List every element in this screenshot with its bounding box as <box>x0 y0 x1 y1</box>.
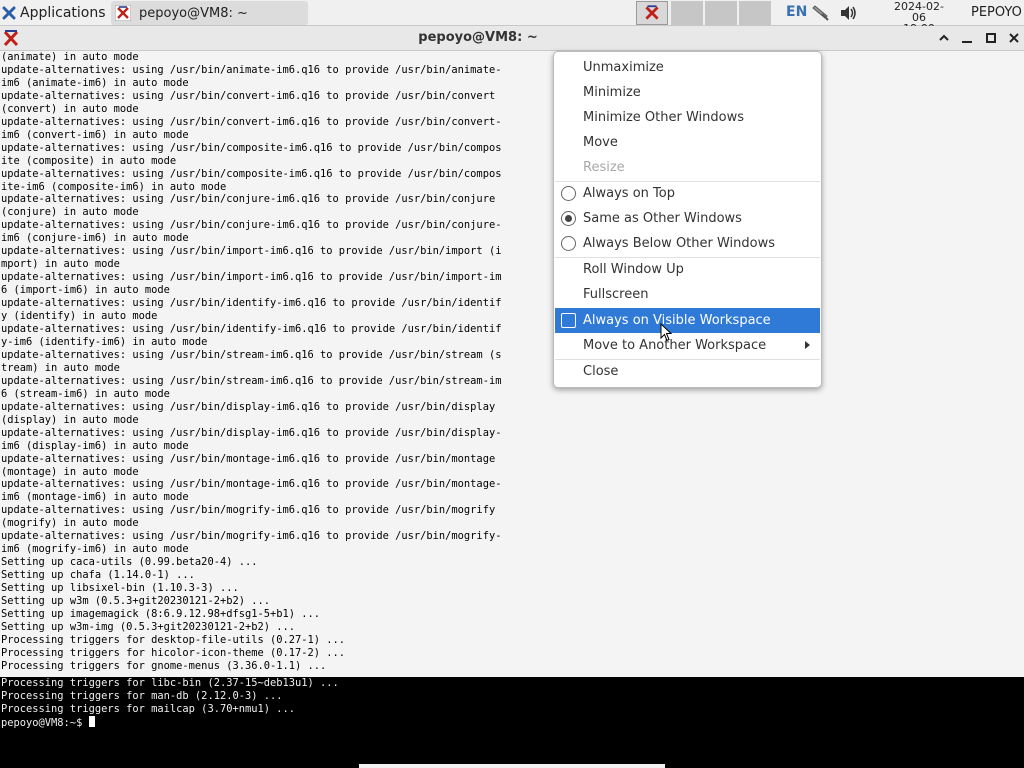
menu-item-always-below[interactable]: Always Below Other Windows <box>555 231 820 256</box>
terminal-app-icon <box>645 5 659 20</box>
menu-item-label: Always on Visible Workspace <box>583 313 771 328</box>
workspace-3[interactable] <box>705 1 737 25</box>
menu-item-same-as-others[interactable]: Same as Other Windows <box>555 206 820 231</box>
workspace-2[interactable] <box>671 1 703 25</box>
menu-item-always-on-top[interactable]: Always on Top <box>555 181 820 206</box>
menu-item-label: Same as Other Windows <box>583 211 742 226</box>
menu-item-label: Resize <box>583 160 625 175</box>
submenu-arrow-icon <box>805 341 810 349</box>
checkbox-unchecked-icon <box>561 313 576 328</box>
menu-item-label: Fullscreen <box>583 287 649 302</box>
maximize-icon[interactable] <box>983 30 999 46</box>
radio-unchecked-icon <box>561 236 576 251</box>
top-panel: Applications pepoyo@VM8: ~ EN 2024-02-06… <box>0 0 1024 34</box>
workspace-1[interactable] <box>636 1 668 25</box>
mouse-pointer-icon <box>660 323 672 342</box>
terminal-output: (animate) in auto mode update-alternativ… <box>1 51 502 672</box>
taskbar-item-title: pepoyo@VM8: ~ <box>139 5 248 21</box>
window-titlebar[interactable]: pepoyo@VM8: ~ <box>0 26 1024 51</box>
xfce-mouse-icon <box>2 6 16 20</box>
menu-item-roll-up[interactable]: Roll Window Up <box>555 257 820 282</box>
menu-item-label: Minimize <box>583 85 641 100</box>
menu-item-visible-workspace[interactable]: Always on Visible Workspace <box>555 308 820 333</box>
terminal-prompt-line[interactable]: pepoyo@VM8:~$ <box>0 715 1024 730</box>
terminal-output-recent: Processing triggers for libc-bin (2.37-1… <box>1 677 339 715</box>
radio-unchecked-icon <box>561 186 576 201</box>
menu-item-close[interactable]: Close <box>555 359 820 384</box>
menu-item-minimize-others[interactable]: Minimize Other Windows <box>555 105 820 130</box>
menu-item-unmaximize[interactable]: Unmaximize <box>555 55 820 80</box>
menu-item-resize: Resize <box>555 155 820 180</box>
menu-item-label: Move <box>583 135 618 150</box>
keyboard-layout-indicator[interactable]: EN <box>786 4 807 20</box>
terminal-live-area[interactable]: Processing triggers for libc-bin (2.37-1… <box>0 677 1024 730</box>
volume-icon[interactable] <box>839 5 857 21</box>
menu-item-label: Always Below Other Windows <box>583 236 776 251</box>
window-title: pepoyo@VM8: ~ <box>418 30 538 45</box>
menu-item-move[interactable]: Move <box>555 130 820 155</box>
menu-item-label: Unmaximize <box>583 60 664 75</box>
radio-checked-icon <box>561 211 576 226</box>
menu-item-label: Close <box>583 364 619 379</box>
menu-item-label: Roll Window Up <box>583 262 684 277</box>
scrollbar-indicator[interactable] <box>359 764 665 768</box>
terminal-scrollback: (animate) in auto mode update-alternativ… <box>0 51 1024 677</box>
menu-item-label: Move to Another Workspace <box>583 338 767 353</box>
clock-date: 2024-02-06 <box>894 0 944 24</box>
text-cursor <box>88 715 95 727</box>
taskbar-item-terminal[interactable]: pepoyo@VM8: ~ <box>111 1 308 25</box>
terminal-app-icon <box>115 5 131 21</box>
applications-menu-button[interactable]: Applications <box>2 2 106 24</box>
user-menu[interactable]: PEPOYO <box>971 5 1022 20</box>
minimize-icon[interactable] <box>959 30 975 46</box>
shell-prompt: pepoyo@VM8:~$ <box>1 716 89 729</box>
menu-item-move-workspace[interactable]: Move to Another Workspace <box>555 333 820 358</box>
applications-label: Applications <box>20 5 106 21</box>
network-icon[interactable] <box>810 4 830 22</box>
close-icon[interactable] <box>1006 30 1022 46</box>
maximize-up-icon[interactable] <box>936 30 952 46</box>
window-menu: Unmaximize Minimize Minimize Other Windo… <box>553 51 822 388</box>
menu-item-label: Always on Top <box>583 186 675 201</box>
menu-item-minimize[interactable]: Minimize <box>555 80 820 105</box>
menu-item-label: Minimize Other Windows <box>583 110 744 125</box>
menu-item-fullscreen[interactable]: Fullscreen <box>555 282 820 307</box>
terminal-area[interactable]: (animate) in auto mode update-alternativ… <box>0 51 1024 768</box>
workspace-4[interactable] <box>739 1 771 25</box>
